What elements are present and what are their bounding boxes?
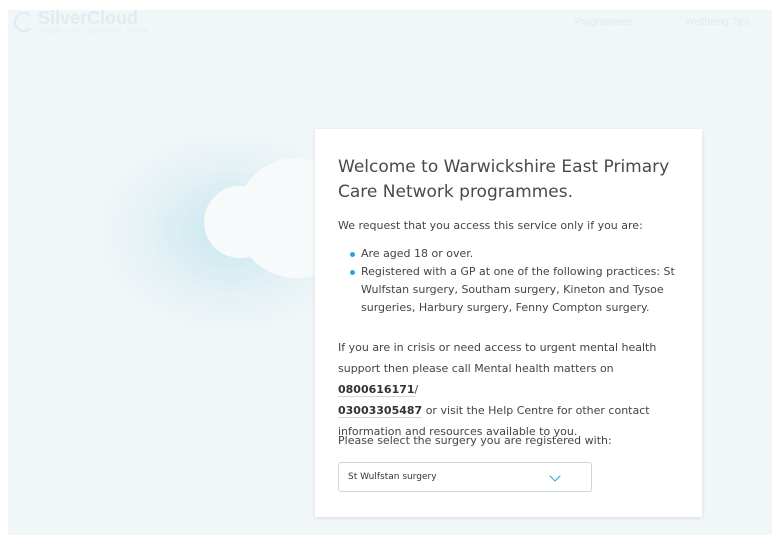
bullet-icon (350, 270, 355, 275)
logo-icon (14, 12, 34, 32)
surgery-select-label: Please select the surgery you are regist… (338, 434, 612, 447)
logo-name: SilverCloud (38, 10, 139, 28)
logo-tagline: people. care. outcomes. online (38, 28, 149, 35)
list-item: Are aged 18 or over. (338, 245, 688, 263)
criterion-age: Are aged 18 or over. (361, 247, 474, 260)
crisis-text-before: If you are in crisis or need access to u… (338, 341, 657, 375)
surgery-select[interactable]: St Wulfstan surgery (338, 462, 592, 492)
list-item: Registered with a GP at one of the follo… (338, 263, 688, 317)
bullet-icon (350, 252, 355, 257)
page-title: Welcome to Warwickshire East Primary Car… (338, 157, 670, 202)
nav-wellbeing-tips[interactable]: Wellbeing Tips (685, 17, 750, 28)
criterion-gp: Registered with a GP at one of the follo… (361, 265, 675, 314)
welcome-card: Welcome to Warwickshire East Primary Car… (315, 129, 702, 517)
eligibility-list: Are aged 18 or over. Registered with a G… (338, 245, 688, 317)
phone-separator: / (414, 383, 419, 396)
chevron-down-icon (549, 470, 561, 482)
crisis-message: If you are in crisis or need access to u… (338, 337, 688, 442)
eligibility-intro: We request that you access this service … (338, 219, 643, 232)
phone-link-2[interactable]: 03003305487 (338, 404, 423, 418)
nav-programmes[interactable]: Programmes (575, 17, 632, 28)
surgery-select-value: St Wulfstan surgery (348, 472, 437, 482)
phone-link-1[interactable]: 0800616171 (338, 383, 415, 397)
